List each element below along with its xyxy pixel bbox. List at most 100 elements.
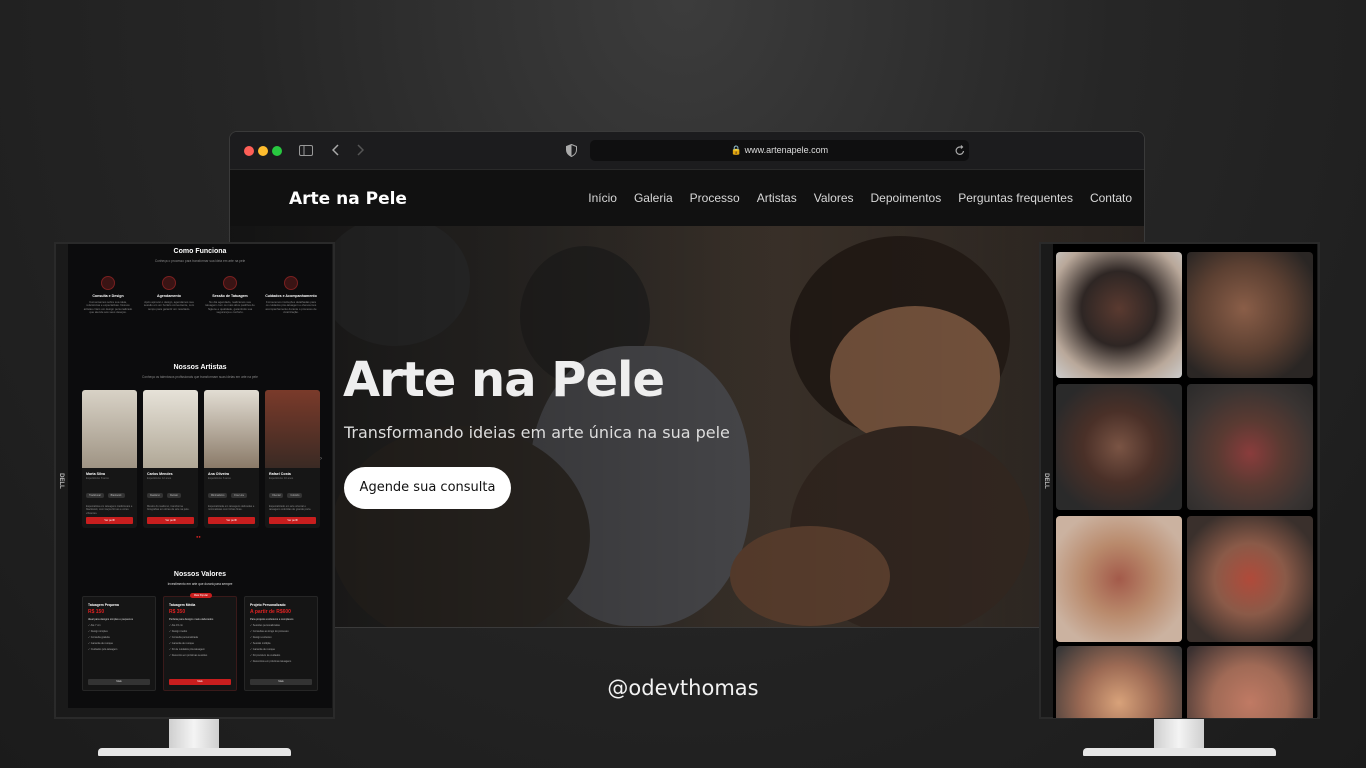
needle-icon xyxy=(223,276,237,290)
dell-logo: DELL xyxy=(57,473,64,489)
gallery-image[interactable] xyxy=(1187,252,1313,378)
carousel-next-icon[interactable]: › xyxy=(320,456,322,462)
artist-photo xyxy=(265,390,320,468)
artist-meta: Experiência: 10 anos xyxy=(269,477,294,480)
artist-tag: Realismo xyxy=(147,493,163,498)
artists-title: Nossos Artistas xyxy=(173,364,227,371)
plan-feature: ✓ Cuidados pós-tatuagem xyxy=(88,648,118,651)
book-consultation-button[interactable]: Agende sua consulta xyxy=(344,467,511,509)
artist-tag: Retrato xyxy=(166,493,181,498)
plan-price: A partir de R$600 xyxy=(250,609,291,615)
artist-tag: Fine Line xyxy=(231,493,248,498)
shield-icon[interactable] xyxy=(566,144,577,157)
plan-feature: ✓ Garantia de retoque xyxy=(169,642,195,645)
minimize-window-button[interactable] xyxy=(258,146,268,156)
site-navbar: Arte na Pele Início Galeria Processo Art… xyxy=(230,170,1144,226)
plan-feature: ✓ Descontos em próximas tatuagens xyxy=(250,660,292,663)
artist-card[interactable]: Ana Oliveira Experiência: 6 anos Minimalis… xyxy=(204,390,259,528)
browser-toolbar: 🔒 www.artenapele.com xyxy=(230,132,1144,170)
nav-link-depoimentos[interactable]: Depoimentos xyxy=(871,191,942,205)
step-card: Consulta e Design Conversamos sobre sua i… xyxy=(82,276,134,315)
carousel-dots[interactable]: ●● xyxy=(196,534,201,539)
hero-section: Arte na Pele Transformando ideias em art… xyxy=(230,226,1144,627)
back-icon[interactable] xyxy=(332,144,340,156)
plan-feature: ✓ Consulta gratuita xyxy=(88,636,110,639)
nav-link-valores[interactable]: Valores xyxy=(814,191,854,205)
artist-tag: Oriental xyxy=(269,493,284,498)
artist-card[interactable]: Marta Silva Experiência: 8 anos Tradiciona… xyxy=(82,390,137,528)
view-profile-button[interactable]: Ver perfil xyxy=(86,517,133,524)
gallery-image[interactable] xyxy=(1056,384,1182,510)
close-window-button[interactable] xyxy=(244,146,254,156)
plan-feature: ✓ Garantia de retoque xyxy=(88,642,114,645)
artist-meta: Experiência: 6 anos xyxy=(208,477,231,480)
hero-title: Arte na Pele xyxy=(343,352,665,408)
sidebar-icon[interactable] xyxy=(299,145,313,156)
view-profile-button[interactable]: Ver perfil xyxy=(269,517,316,524)
plan-feature: ✓ Design médio xyxy=(169,630,188,633)
calendar-icon xyxy=(162,276,176,290)
step-title: Agendamento xyxy=(157,294,181,298)
plan-title: Projeto Personalizado xyxy=(250,603,286,607)
nav-link-contato[interactable]: Contato xyxy=(1090,191,1132,205)
site-logo[interactable]: Arte na Pele xyxy=(289,189,407,209)
artist-tag: Blackwork xyxy=(107,493,125,498)
how-it-works-subtitle: Conheça o processo para transformar sua … xyxy=(154,259,246,263)
plan-feature: ✓ Kit de cuidados pós-tatuagem xyxy=(169,648,205,651)
plan-feature: ✓ Kit premium de cuidados xyxy=(250,654,281,657)
hero-subtitle: Transformando ideias em arte única na su… xyxy=(344,423,730,442)
plan-title: Tatuagem Média xyxy=(169,603,196,607)
reload-icon[interactable] xyxy=(955,145,965,156)
author-credit: @odevthomas xyxy=(607,676,759,700)
address-bar[interactable]: 🔒 www.artenapele.com xyxy=(590,140,969,161)
step-title: Consulta e Design xyxy=(92,294,124,298)
artist-meta: Experiência: 12 anos xyxy=(147,477,172,480)
artist-name: Carlos Mendes xyxy=(147,472,173,476)
nav-link-artistas[interactable]: Artistas xyxy=(757,191,797,205)
view-profile-button[interactable]: Ver perfil xyxy=(208,517,255,524)
artist-desc: Especializado em arte oriental e tatuage… xyxy=(269,505,312,512)
gallery-image[interactable] xyxy=(1187,516,1313,642)
dell-logo: DELL xyxy=(1042,473,1049,489)
plan-feature: ✓ Sessão múltipla xyxy=(250,642,271,645)
maximize-window-button[interactable] xyxy=(272,146,282,156)
gallery-image[interactable] xyxy=(1187,384,1313,510)
artist-card[interactable]: Carlos Mendes Experiência: 12 anos Realism… xyxy=(143,390,198,528)
plan-feature: ✓ Design simples xyxy=(88,630,108,633)
artist-tag: Minimalismo xyxy=(208,493,228,498)
left-monitor-stand xyxy=(169,719,219,749)
artist-photo xyxy=(82,390,137,468)
artist-desc: Especializada em tatuagens delicadas e m… xyxy=(208,505,255,512)
artist-meta: Experiência: 8 anos xyxy=(86,477,109,480)
plan-title: Tatuagem Pequena xyxy=(88,603,119,607)
step-desc: Conversamos sobre sua ideia, referências… xyxy=(83,299,133,315)
step-desc: Fornecemos instruções detalhadas para os… xyxy=(265,299,317,315)
plan-desc: Ideal para designs simples e pequenos xyxy=(88,618,133,621)
nav-link-inicio[interactable]: Início xyxy=(588,191,617,205)
nav-link-faq[interactable]: Perguntas frequentes xyxy=(958,191,1073,205)
popular-badge: Mais Popular xyxy=(190,593,212,598)
artist-name: Ana Oliveira xyxy=(208,472,229,476)
url-text: www.artenapele.com xyxy=(744,145,829,155)
plan-feature: ✓ Consultas ao longo do processo xyxy=(250,630,289,633)
artist-name: Rafael Costa xyxy=(269,472,291,476)
view-profile-button[interactable]: Ver perfil xyxy=(147,517,194,524)
right-monitor-stand xyxy=(1154,719,1204,749)
nav-link-galeria[interactable]: Galeria xyxy=(634,191,673,205)
values-subtitle: Investimento em arte que durará para sem… xyxy=(167,582,233,586)
step-card: Agendamento Após aprovar o design, agenda… xyxy=(143,276,195,311)
plan-feature: ✓ Desconto em próximas sessões xyxy=(169,654,208,657)
plan-feature: ✓ Até 7 cm xyxy=(88,624,101,627)
step-title: Sessão de Tatuagem xyxy=(212,294,248,298)
artist-card[interactable]: Rafael Costa Experiência: 10 anos Oriental… xyxy=(265,390,320,528)
gallery-image[interactable] xyxy=(1056,252,1182,378)
gallery-image[interactable] xyxy=(1056,516,1182,642)
plan-feature: ✓ Sessões personalizadas xyxy=(250,624,280,627)
left-monitor: DELL Como Funciona Conheça o processo pa… xyxy=(54,242,335,719)
nav-link-processo[interactable]: Processo xyxy=(690,191,740,205)
forward-icon[interactable] xyxy=(356,144,364,156)
shield-check-icon xyxy=(284,276,298,290)
right-monitor-base xyxy=(1083,748,1276,756)
plan-price: R$ 150 xyxy=(88,609,105,615)
step-title: Cuidados e Acompanhamento xyxy=(265,294,317,298)
